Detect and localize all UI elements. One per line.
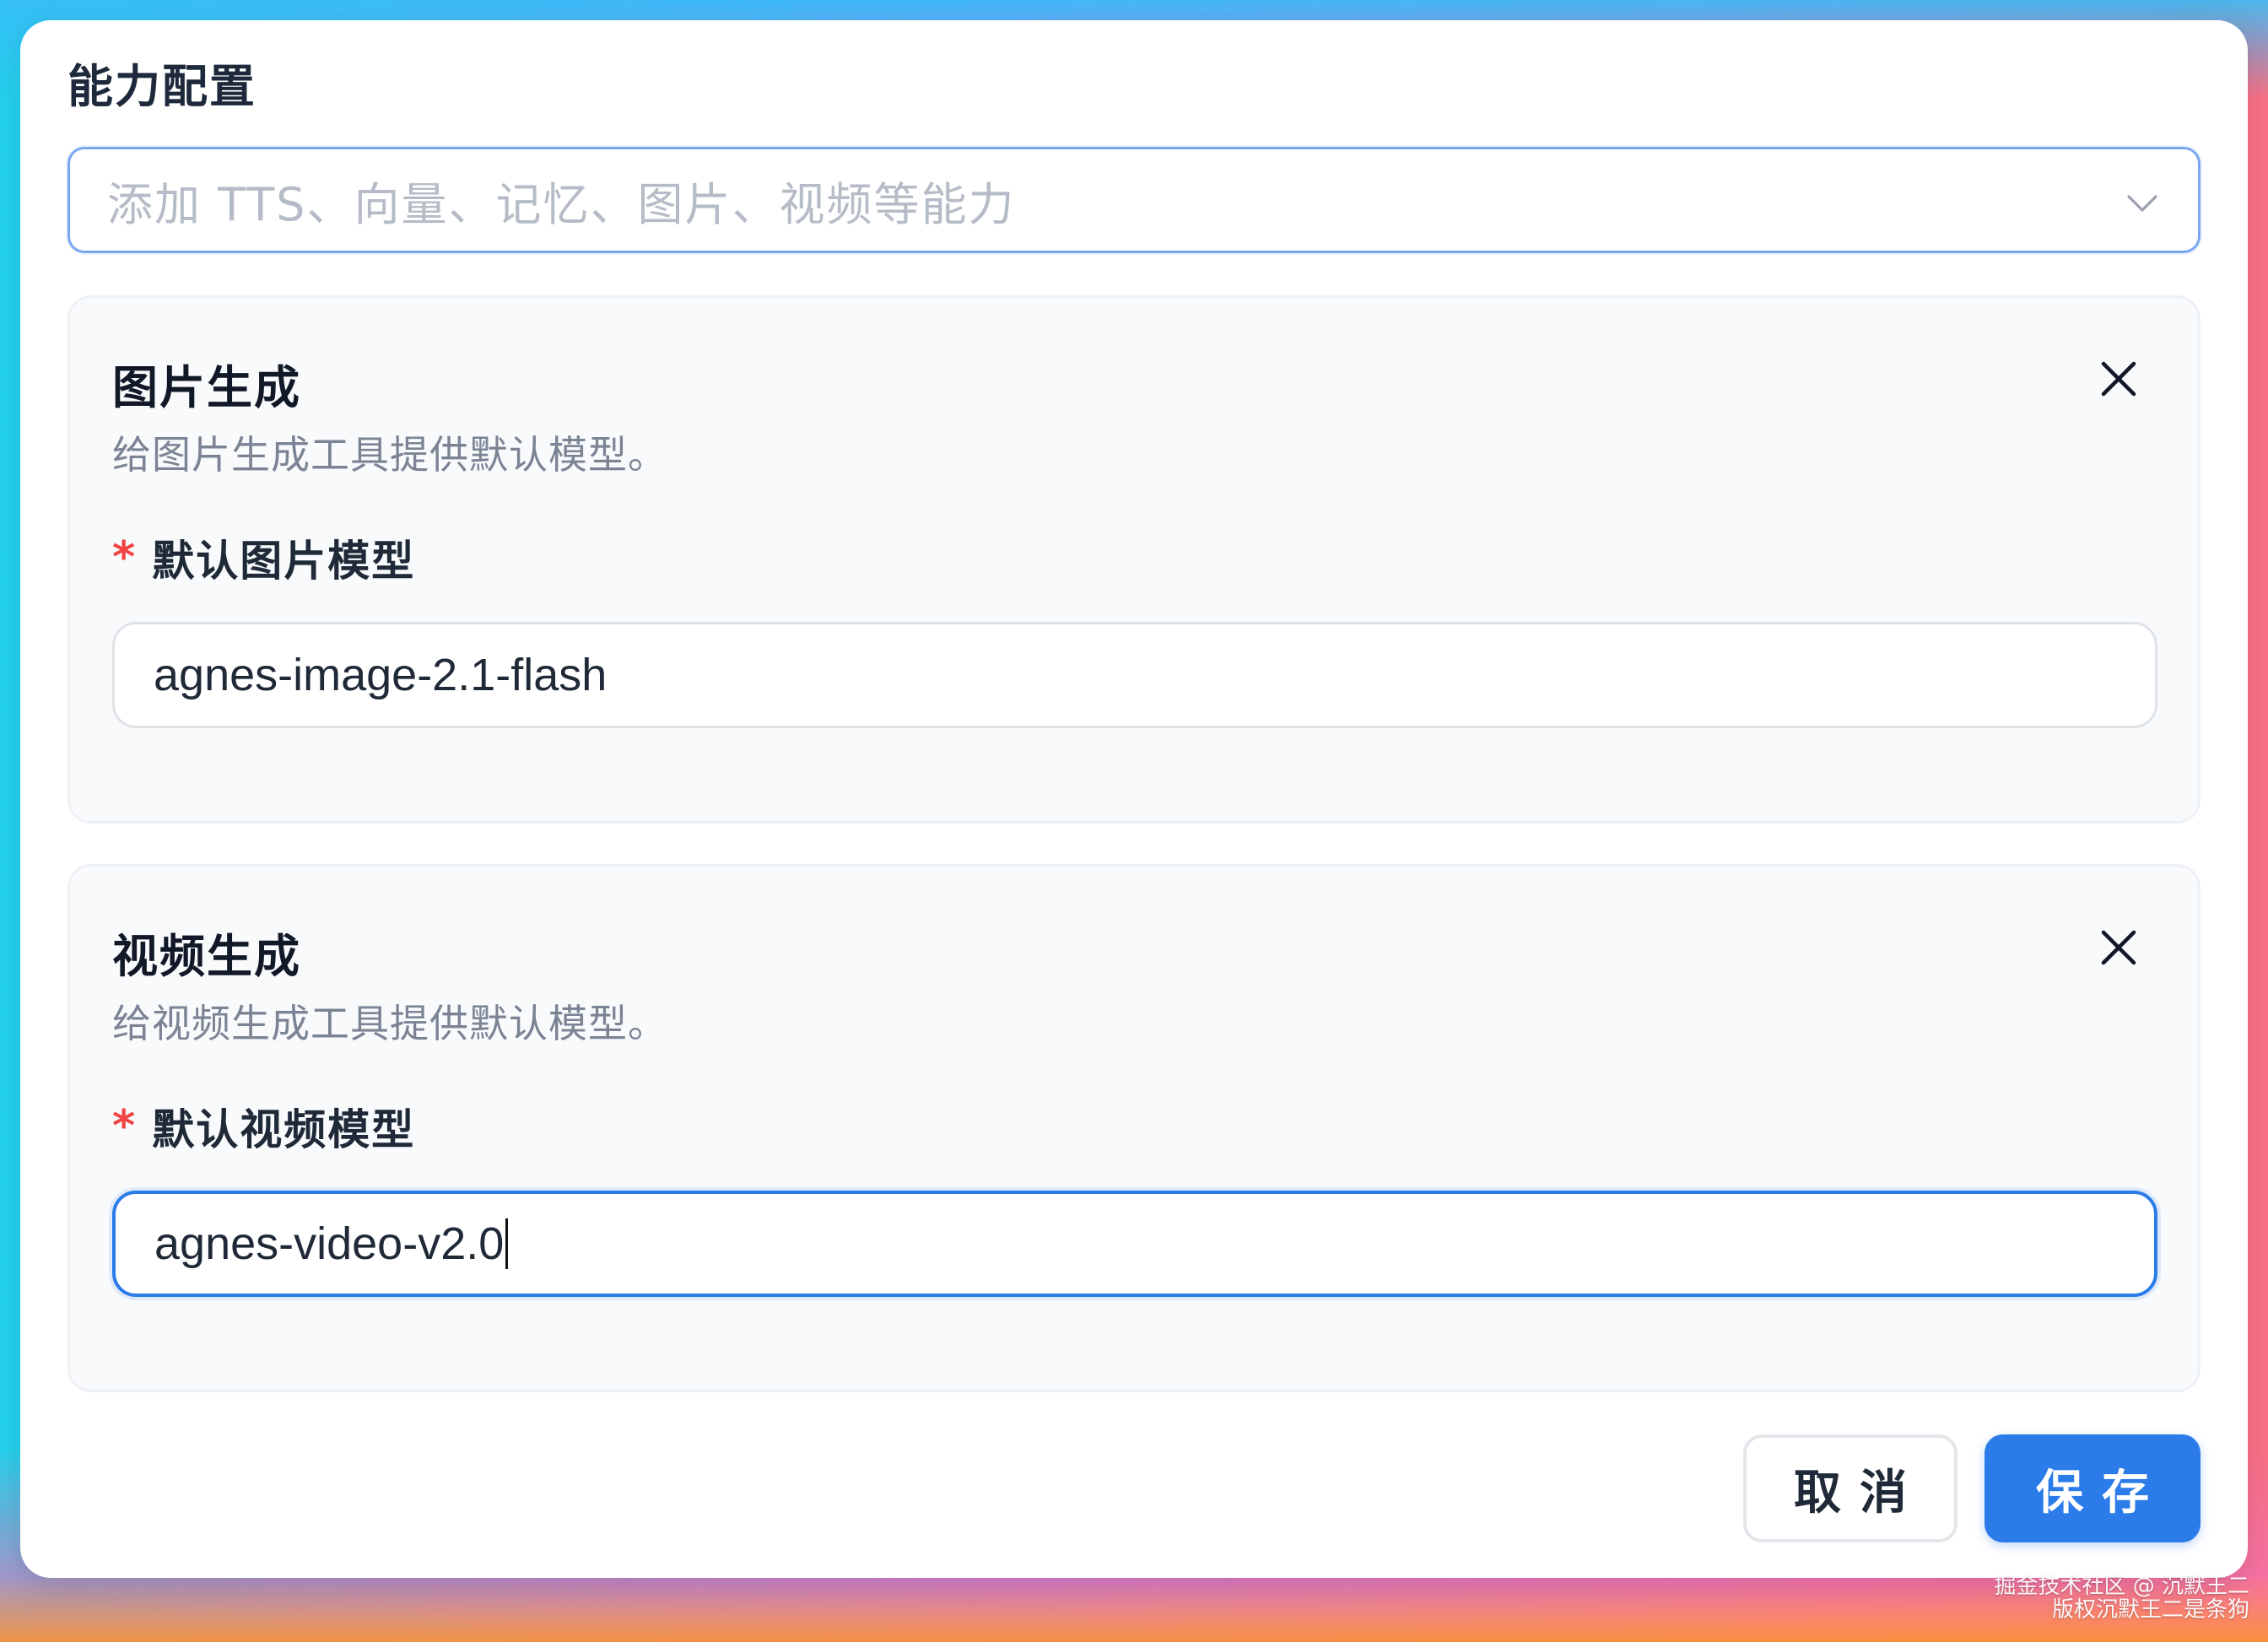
add-capability-select[interactable]: 添加 TTS、向量、记忆、图片、视频等能力 [68,147,2200,253]
image-card-title: 图片生成 [112,361,301,414]
video-model-label: * 默认视频模型 [112,1096,415,1157]
video-card-description: 给视频生成工具提供默认模型。 [112,1001,667,1046]
video-generation-card: 视频生成 给视频生成工具提供默认模型。 * 默认视频模型 agnes-video… [68,864,2200,1392]
watermark-line-1: 掘金技术社区 @ 沉默王二 [1994,1574,2249,1599]
add-capability-placeholder: 添加 TTS、向量、记忆、图片、视频等能力 [107,177,1016,231]
chevron-down-icon [2127,195,2157,212]
video-card-title: 视频生成 [112,930,301,983]
image-model-input[interactable]: agnes-image-2.1-flash [112,622,2157,728]
image-model-label: * 默认图片模型 [112,527,415,588]
image-model-value: agnes-image-2.1-flash [154,650,608,700]
video-model-label-text: 默认视频模型 [152,1105,416,1154]
cancel-button[interactable]: 取消 [1743,1434,1958,1542]
close-icon[interactable] [2095,924,2142,971]
required-mark: * [112,532,138,583]
required-mark: * [112,1101,138,1152]
text-caret [505,1218,509,1269]
close-icon[interactable] [2095,355,2142,402]
watermark: 掘金技术社区 @ 沉默王二 版权沉默王二是条狗 [1994,1574,2249,1622]
image-model-label-text: 默认图片模型 [152,537,416,586]
image-card-description: 给图片生成工具提供默认模型。 [112,432,667,478]
watermark-line-2: 版权沉默王二是条狗 [2051,1597,2249,1623]
image-generation-card: 图片生成 给图片生成工具提供默认模型。 * 默认图片模型 agnes-image… [68,295,2200,824]
save-button[interactable]: 保存 [1984,1434,2200,1542]
video-model-input[interactable]: agnes-video-v2.0 [112,1191,2157,1297]
capability-config-dialog: 能力配置 添加 TTS、向量、记忆、图片、视频等能力 图片生成 给图片生成工具提… [20,20,2248,1578]
section-title: 能力配置 [68,60,256,113]
video-model-value: agnes-video-v2.0 [154,1218,505,1269]
